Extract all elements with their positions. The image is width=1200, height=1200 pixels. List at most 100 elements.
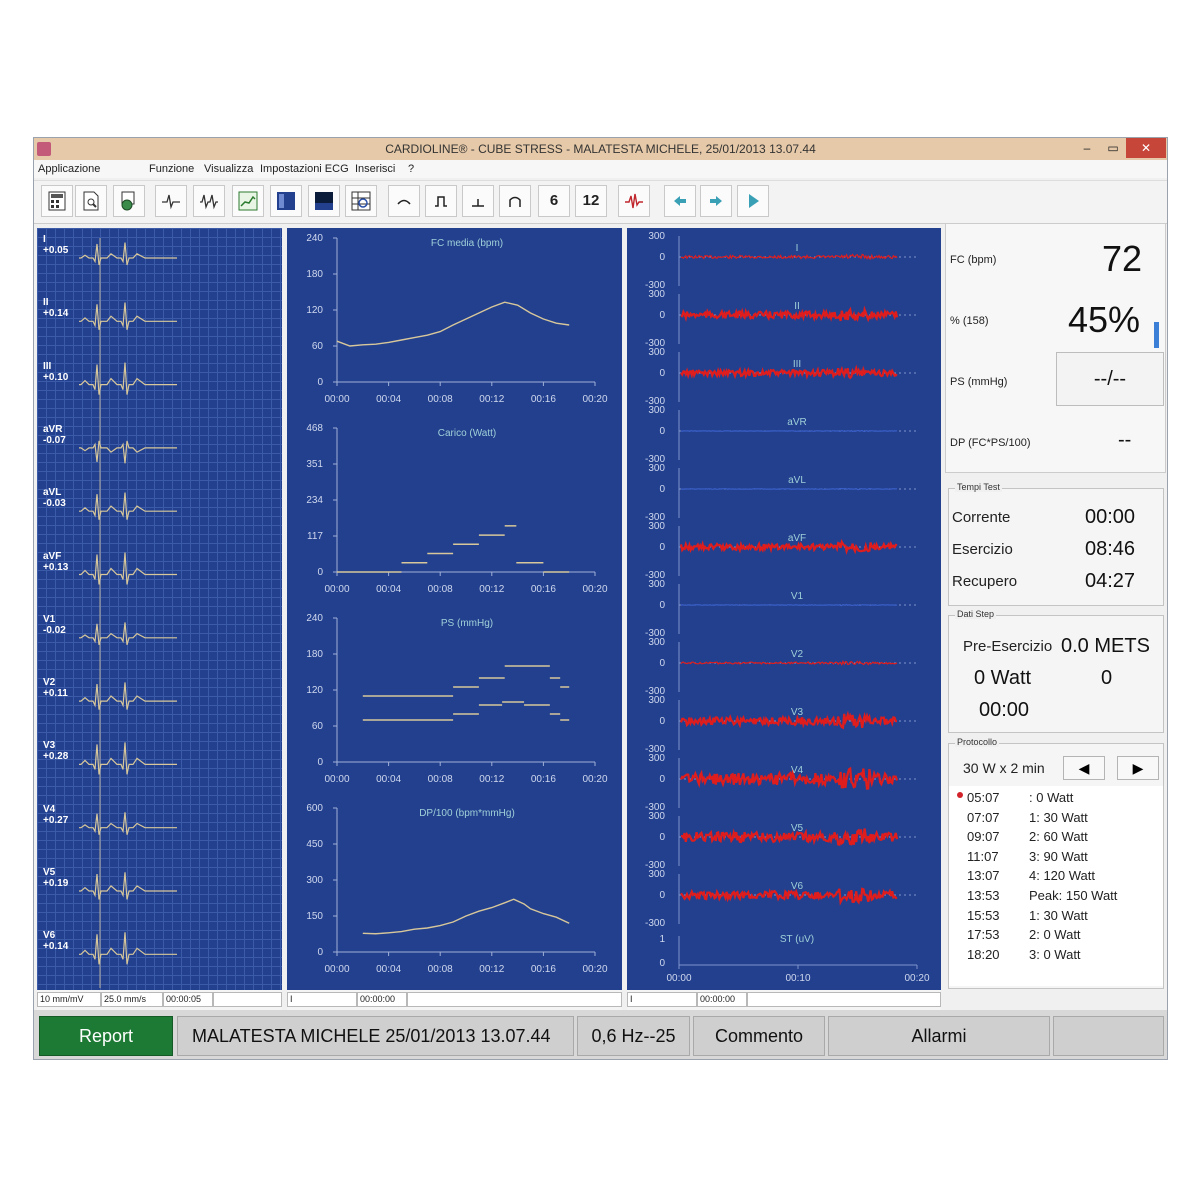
- allarmi-button[interactable]: Allarmi: [828, 1016, 1050, 1056]
- step-time: 00:00: [979, 699, 1030, 721]
- report-button[interactable]: Report: [39, 1016, 173, 1056]
- menu-visualizza[interactable]: Visualizza: [204, 163, 253, 175]
- trend-status-blank: [407, 992, 622, 1007]
- six-leads-button[interactable]: 6: [538, 185, 570, 217]
- protocol-step-row[interactable]: 13:07 4: 120 Watt: [949, 868, 1163, 887]
- y-tick-label: 180: [306, 269, 323, 280]
- st-lead-v4: 3000-300V4: [645, 753, 917, 813]
- protocol-step-row[interactable]: 05:07: 0 Watt: [949, 790, 1163, 809]
- lead-label-v6: V6 +0.14: [43, 930, 68, 952]
- st-y-tick-label: 300: [648, 811, 665, 822]
- st-lead-label: II: [794, 301, 800, 312]
- protocollo-title: Protocollo: [955, 737, 1000, 747]
- play-button[interactable]: [737, 185, 769, 217]
- protocol-step-row[interactable]: 09:07 2: 60 Watt: [949, 829, 1163, 848]
- ps-label: PS (mmHg): [950, 376, 1008, 388]
- protocol-step-row[interactable]: 07:07 1: 30 Watt: [949, 810, 1163, 829]
- monitor-button[interactable]: [308, 185, 340, 217]
- ps-entry-button[interactable]: --/--: [1056, 352, 1164, 406]
- y-tick-label: 0: [317, 947, 323, 958]
- twelve-leads-button[interactable]: 12: [575, 185, 607, 217]
- protocol-step-row[interactable]: 11:07 3: 90 Watt: [949, 849, 1163, 868]
- preview-button[interactable]: [75, 185, 107, 217]
- ecg-trace-v3: [79, 742, 177, 775]
- ecg-traces: [79, 238, 177, 988]
- waveform-baseline-button[interactable]: [462, 185, 494, 217]
- st-time-status: 00:00:00: [697, 992, 747, 1007]
- st-lead-v3: 3000-300V3: [645, 695, 917, 755]
- st-y-tick-label: 0: [659, 252, 665, 263]
- protocol-step-row[interactable]: 13:53 Peak: 150 Watt: [949, 888, 1163, 907]
- ecg-single-button[interactable]: [155, 185, 187, 217]
- st-x-tick-label: 00:00: [666, 973, 691, 984]
- lead-label-avl: aVL -0.03: [43, 487, 66, 509]
- st-y-tick-label: 300: [648, 289, 665, 300]
- st-lead-label: I: [796, 243, 799, 254]
- gain-status: 10 mm/mV: [37, 992, 101, 1007]
- grid-layout-icon: [277, 192, 295, 210]
- x-tick-label: 00:16: [531, 584, 556, 595]
- protocol-step-row[interactable]: 17:53 2: 0 Watt: [949, 927, 1163, 946]
- st-lead-ii: 3000-300II: [645, 289, 917, 349]
- x-tick-label: 00:12: [479, 964, 504, 975]
- zoom-grid-button[interactable]: [345, 185, 377, 217]
- protocol-step-row[interactable]: 15:53 1: 30 Watt: [949, 908, 1163, 927]
- y-tick-label: 117: [307, 531, 323, 542]
- bottom-blank-button[interactable]: [1053, 1016, 1164, 1056]
- arrow-right-icon: [710, 196, 722, 206]
- bottom-bar: Report MALATESTA MICHELE 25/01/2013 13.0…: [34, 1010, 1167, 1059]
- st-lead-label: V1: [791, 591, 804, 602]
- step-desc: 1: 30 Watt: [1029, 907, 1088, 923]
- ecg-marker-button[interactable]: [618, 185, 650, 217]
- recupero-label: Recupero: [952, 573, 1018, 590]
- step-desc: 2: 0 Watt: [1029, 927, 1081, 943]
- ecg-double-button[interactable]: [193, 185, 225, 217]
- st-chart-title: ST (uV): [780, 934, 814, 945]
- lead-st-value: +0.14: [43, 941, 69, 953]
- esercizio-value: 08:46: [1085, 538, 1136, 560]
- patient-info: MALATESTA MICHELE 25/01/2013 13.07.44: [177, 1016, 574, 1056]
- menu-help[interactable]: ?: [408, 163, 414, 175]
- waveform-hump-button[interactable]: [388, 185, 420, 217]
- commento-button[interactable]: Commento: [693, 1016, 825, 1056]
- lead-label-v4: V4 +0.27: [43, 804, 68, 826]
- x-tick-label: 00:04: [376, 774, 401, 785]
- minimize-button[interactable]: –: [1074, 138, 1100, 158]
- lead-st-value: +0.13: [43, 561, 69, 573]
- back-button[interactable]: [664, 185, 696, 217]
- y-tick-label: 300: [306, 875, 323, 886]
- waveform-pulse-button[interactable]: [425, 185, 457, 217]
- calculator-tool-button[interactable]: [41, 185, 73, 217]
- fc-label: FC (bpm): [950, 254, 997, 266]
- st-lead-status: I: [627, 992, 697, 1007]
- st-y-tick-label: 300: [648, 579, 665, 590]
- waveform-arch-button[interactable]: [499, 185, 531, 217]
- ecg-double-icon: [200, 194, 218, 210]
- protocol-step-row[interactable]: 18:20 3: 0 Watt: [949, 947, 1163, 966]
- forward-button[interactable]: [700, 185, 732, 217]
- protocol-prev-button[interactable]: ◀: [1063, 756, 1105, 780]
- baseline-icon: [472, 199, 484, 207]
- st-y-tick-label: 300: [648, 869, 665, 880]
- current-step-dot-icon: [957, 792, 963, 798]
- lead-name: V1: [43, 613, 56, 625]
- ecg-status-row: 10 mm/mV 25.0 mm/s 00:00:05: [37, 990, 282, 1010]
- layout-button[interactable]: [270, 185, 302, 217]
- y-tick-label: 60: [312, 341, 324, 352]
- st-lead-iii: 3000-300III: [645, 347, 917, 407]
- step-mets: 0.0 METS: [1061, 635, 1150, 657]
- lead-st-value: -0.07: [43, 434, 66, 446]
- st-y-tick-label: 0: [659, 890, 665, 901]
- menu-applicazione[interactable]: Applicazione: [38, 163, 100, 175]
- trend-button[interactable]: [232, 185, 264, 217]
- lead-name: V4: [43, 803, 56, 815]
- close-button[interactable]: ✕: [1126, 138, 1166, 158]
- maximize-button[interactable]: ▭: [1100, 138, 1126, 158]
- network-button[interactable]: [113, 185, 145, 217]
- menu-inserisci[interactable]: Inserisci: [355, 163, 395, 175]
- x-tick-label: 00:16: [531, 774, 556, 785]
- lead-label-i: I +0.05: [43, 234, 68, 256]
- menu-funzione[interactable]: Funzione: [149, 163, 194, 175]
- protocol-next-button[interactable]: ▶: [1117, 756, 1159, 780]
- menu-impostazioni-ecg[interactable]: Impostazioni ECG: [260, 163, 349, 175]
